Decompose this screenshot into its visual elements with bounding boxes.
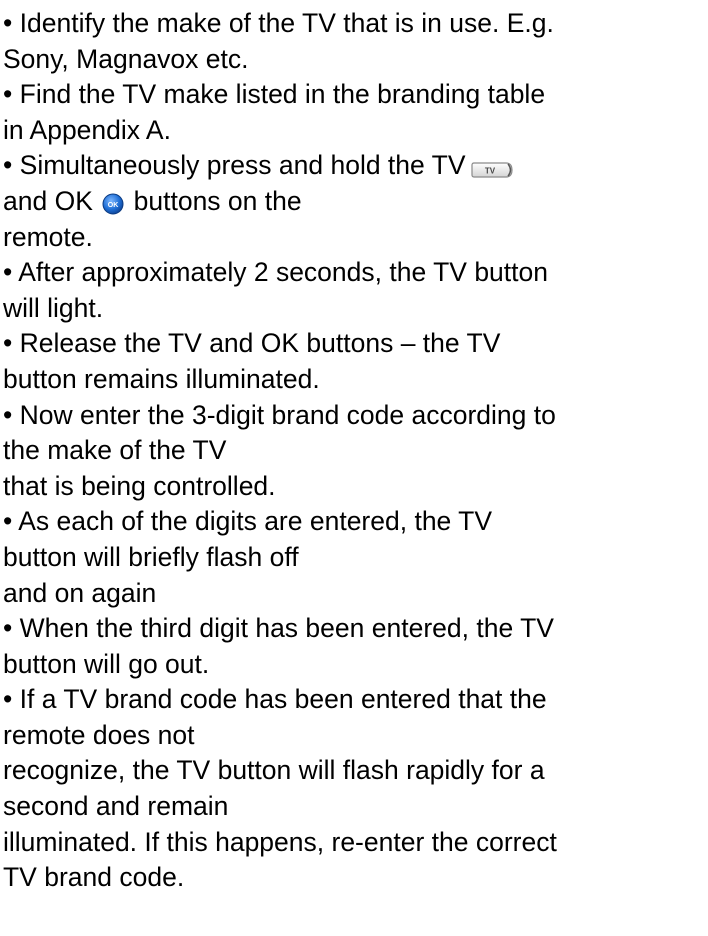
bullet: • xyxy=(3,613,13,644)
list-item: • After approximately 2 seconds, the TV … xyxy=(3,255,707,291)
list-item: • If a TV brand code has been entered th… xyxy=(3,682,707,718)
bullet: • xyxy=(3,79,13,110)
bullet: • xyxy=(3,506,13,537)
list-item: • When the third digit has been entered,… xyxy=(3,611,707,647)
svg-text:TV: TV xyxy=(484,167,495,176)
bullet: • xyxy=(3,257,13,288)
instruction-text: Release the TV and OK buttons – the TV xyxy=(19,328,501,359)
instruction-continuation: will light. xyxy=(3,292,104,323)
list-item: • Release the TV and OK buttons – the TV xyxy=(3,326,707,362)
instruction-continuation: in Appendix A. xyxy=(3,114,171,145)
bullet: • xyxy=(3,8,13,38)
list-item: • Simultaneously press and hold the TV TV xyxy=(3,148,707,184)
list-item: • As each of the digits are entered, the… xyxy=(3,504,707,540)
instruction-continuation: TV brand code. xyxy=(3,862,185,893)
instruction-text: As each of the digits are entered, the T… xyxy=(18,506,493,537)
instruction-text: When the third digit has been entered, t… xyxy=(19,613,554,644)
ok-button-icon: OK xyxy=(102,189,124,215)
list-item: • Identify the make of the TV that is in… xyxy=(3,6,707,42)
instruction-text: and OK xyxy=(3,185,93,216)
instructions-document: • Identify the make of the TV that is in… xyxy=(3,6,707,896)
instruction-text: Find the TV make listed in the branding … xyxy=(19,79,546,110)
bullet: • xyxy=(3,399,13,430)
bullet: • xyxy=(3,684,13,715)
instruction-text: If a TV brand code has been entered that… xyxy=(19,684,547,715)
list-item: • Find the TV make listed in the brandin… xyxy=(3,77,707,113)
instruction-continuation: second and remain xyxy=(3,791,229,822)
instruction-continuation: illuminated. If this happens, re-enter t… xyxy=(3,826,557,857)
instruction-continuation: remote. xyxy=(3,221,93,252)
instruction-continuation: the make of the TV xyxy=(3,435,227,466)
instruction-continuation: remote does not xyxy=(3,719,195,750)
tv-button-icon: TV xyxy=(470,154,514,178)
instruction-text: After approximately 2 seconds, the TV bu… xyxy=(18,257,548,288)
instruction-continuation: button will briefly flash off xyxy=(3,541,299,572)
bullet: • xyxy=(3,150,13,181)
instruction-continuation: and on again xyxy=(3,577,157,608)
instruction-continuation: recognize, the TV button will flash rapi… xyxy=(3,755,545,786)
instruction-continuation: button remains illuminated. xyxy=(3,363,320,394)
svg-text:OK: OK xyxy=(108,202,119,209)
instruction-continuation: Sony, Magnavox etc. xyxy=(3,43,249,74)
instruction-continuation: and OK OK buttons on the xyxy=(3,184,707,220)
list-item: • Now enter the 3-digit brand code accor… xyxy=(3,398,707,434)
instruction-text: Now enter the 3-digit brand code accordi… xyxy=(19,399,556,430)
instruction-continuation: that is being controlled. xyxy=(3,470,276,501)
instruction-text: buttons on the xyxy=(133,185,302,216)
instruction-text: Simultaneously press and hold the TV xyxy=(19,150,466,181)
instruction-text: Identify the make of the TV that is in u… xyxy=(19,8,554,38)
instruction-continuation: button will go out. xyxy=(3,648,210,679)
bullet: • xyxy=(3,328,13,359)
